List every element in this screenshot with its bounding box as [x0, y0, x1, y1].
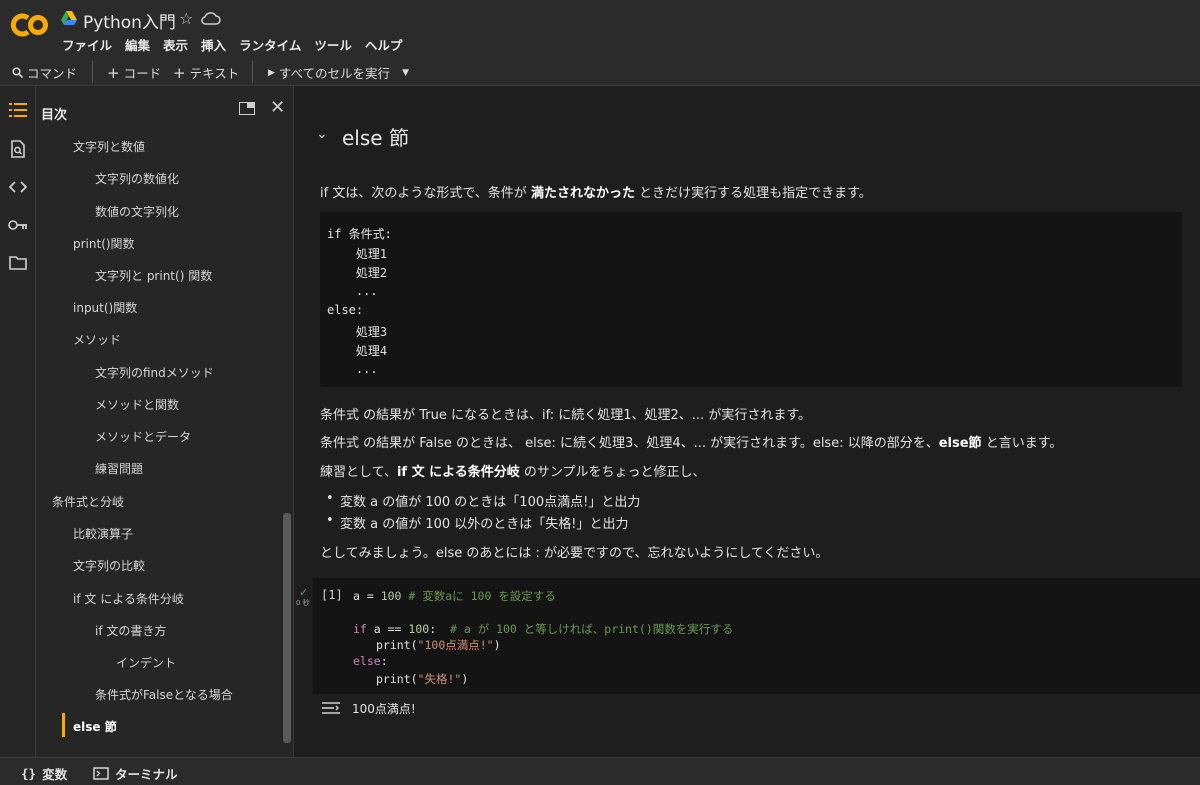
- paragraph-2: 条件式 の結果が True になるときは、if: に続く処理1、処理2、... …: [320, 408, 812, 423]
- toc-scrollbar[interactable]: [283, 513, 291, 743]
- add-code-button[interactable]: + コード: [107, 63, 161, 82]
- syntax-line: ...: [327, 284, 378, 298]
- toc-item[interactable]: 文字列のfindメソッド: [95, 364, 214, 381]
- code-snippets-icon[interactable]: [8, 177, 28, 197]
- run-all-button[interactable]: ▶ すべてのセルを実行 ▼: [268, 63, 409, 82]
- secrets-icon[interactable]: [8, 215, 28, 235]
- toc-item[interactable]: メソッドと関数: [95, 396, 179, 413]
- syntax-line: 処理4: [327, 344, 388, 358]
- code-line[interactable]: else:: [353, 654, 388, 668]
- toc-icon[interactable]: [8, 100, 28, 120]
- run-all-label: すべてのセルを実行: [278, 66, 391, 81]
- syntax-line: 処理1: [327, 247, 388, 261]
- toc-item[interactable]: 文字列の数値化: [95, 170, 179, 187]
- syntax-line: ...: [327, 362, 378, 376]
- toc-item-active[interactable]: else 節: [73, 718, 117, 735]
- code-line[interactable]: print("100点満点!"): [376, 637, 501, 653]
- paragraph-3: 条件式 の結果が False のときは、 else: に続く処理3、処理4、..…: [320, 436, 1063, 451]
- syntax-line: else:: [327, 303, 364, 317]
- find-icon[interactable]: [8, 139, 28, 159]
- toc-item[interactable]: if 文の書き方: [95, 622, 166, 639]
- toc-item[interactable]: 練習問題: [95, 460, 143, 477]
- list-item: 変数 a の値が 100 のときは「100点満点!」と出力: [326, 491, 640, 510]
- notebook-title[interactable]: Python入門: [83, 8, 176, 33]
- side-rail: [0, 86, 36, 757]
- variables-button[interactable]: {} 変数: [21, 764, 67, 783]
- section-heading: else 節: [342, 126, 409, 150]
- menu-tools[interactable]: ツール: [314, 35, 352, 54]
- braces-icon: {}: [21, 766, 37, 781]
- toc-item[interactable]: 文字列の比較: [73, 557, 145, 574]
- paragraph-5: としてみましょう。else のあとには : が必要ですので、忘れないようにしてく…: [320, 546, 829, 561]
- exec-count[interactable]: [1]: [321, 588, 343, 602]
- add-code-label: コード: [123, 66, 162, 81]
- plus-icon: +: [173, 63, 186, 82]
- code-line[interactable]: if a == 100: # a が 100 と等しければ、print()関数を…: [353, 621, 733, 637]
- notebook-main: ⌄ else 節 if 文は、次のような形式で、条件が 満たされなかった ときだ…: [294, 86, 1200, 757]
- command-label: コマンド: [27, 66, 78, 81]
- search-icon: [12, 67, 23, 78]
- menu-file[interactable]: ファイル: [62, 35, 112, 54]
- toc-item[interactable]: 文字列と print() 関数: [95, 267, 212, 284]
- cell-output: 100点満点!: [352, 702, 416, 716]
- toc-item[interactable]: input()関数: [73, 299, 137, 316]
- code-line[interactable]: a = 100 # 変数aに 100 を設定する: [353, 588, 556, 604]
- terminal-button[interactable]: ターミナル: [93, 764, 178, 783]
- toolbar: コマンド + コード + テキスト ▶ すべてのセルを実行 ▼: [0, 58, 1200, 86]
- colab-logo[interactable]: [10, 9, 50, 41]
- drive-icon[interactable]: [61, 11, 77, 25]
- menu-bar: ファイル 編集 表示 挿入 ランタイム ツール ヘルプ: [62, 35, 415, 54]
- syntax-line: 処理3: [327, 325, 388, 339]
- command-palette-button[interactable]: コマンド: [12, 63, 77, 82]
- chevron-down-icon[interactable]: ⌄: [316, 126, 328, 142]
- menu-runtime[interactable]: ランタイム: [239, 35, 301, 54]
- plus-icon: +: [107, 63, 120, 82]
- header: Python入門 ☆ ファイル 編集 表示 挿入 ランタイム ツール ヘルプ: [0, 0, 1200, 58]
- syntax-code-block: if 条件式: 処理1 処理2 ... else: 処理3 処理4 ...: [320, 212, 1182, 387]
- paragraph-4: 練習として、if 文 による条件分岐 のサンプルをちょっと修正し、: [320, 465, 706, 480]
- table-of-contents: 目次 ✕ 文字列と数値 文字列の数値化 数値の文字列化 print()関数 文字…: [36, 86, 294, 757]
- toc-item[interactable]: メソッド: [73, 331, 121, 348]
- toc-item[interactable]: 数値の文字列化: [95, 203, 179, 220]
- toc-active-indicator: [62, 713, 65, 737]
- paragraph-1: if 文は、次のような形式で、条件が 満たされなかった ときだけ実行する処理も指…: [320, 186, 872, 201]
- toc-item[interactable]: 条件式と分岐: [52, 493, 124, 510]
- menu-insert[interactable]: 挿入: [201, 35, 226, 54]
- syntax-line: 処理2: [327, 266, 388, 280]
- toc-item[interactable]: 文字列と数値: [73, 138, 145, 155]
- toc-item[interactable]: インデント: [116, 654, 176, 671]
- cloud-saved-icon[interactable]: [201, 11, 221, 25]
- variables-label: 変数: [42, 767, 68, 782]
- syntax-line: if 条件式:: [327, 227, 392, 241]
- terminal-icon: [93, 767, 109, 780]
- close-icon[interactable]: ✕: [270, 97, 285, 118]
- toolbar-divider: [252, 61, 253, 83]
- toc-item[interactable]: print()関数: [73, 235, 135, 252]
- menu-help[interactable]: ヘルプ: [365, 35, 403, 54]
- toolbar-divider: [92, 61, 93, 83]
- toc-item[interactable]: if 文 による条件分岐: [73, 590, 184, 607]
- chevron-down-icon[interactable]: ▼: [402, 68, 409, 78]
- menu-view[interactable]: 表示: [163, 35, 188, 54]
- toc-item[interactable]: メソッドとデータ: [95, 428, 191, 445]
- toc-title: 目次: [41, 108, 68, 123]
- status-bar: {} 変数 ターミナル: [0, 757, 1200, 785]
- output-toggle-icon[interactable]: [321, 700, 341, 716]
- files-icon[interactable]: [8, 253, 28, 273]
- list-item: 変数 a の値が 100 以外のときは「失格!」と出力: [326, 513, 629, 532]
- add-text-button[interactable]: + テキスト: [173, 63, 239, 82]
- cell-exec-time: 0 秒: [296, 599, 310, 607]
- popout-icon[interactable]: [239, 102, 255, 115]
- toc-item[interactable]: 条件式がFalseとなる場合: [95, 686, 233, 703]
- toc-item[interactable]: 比較演算子: [73, 525, 133, 542]
- menu-edit[interactable]: 編集: [125, 35, 150, 54]
- star-icon[interactable]: ☆: [179, 9, 193, 28]
- code-line[interactable]: print("失格!"): [376, 671, 468, 687]
- add-text-label: テキスト: [189, 66, 240, 81]
- play-icon: ▶: [268, 67, 275, 78]
- terminal-label: ターミナル: [115, 767, 178, 782]
